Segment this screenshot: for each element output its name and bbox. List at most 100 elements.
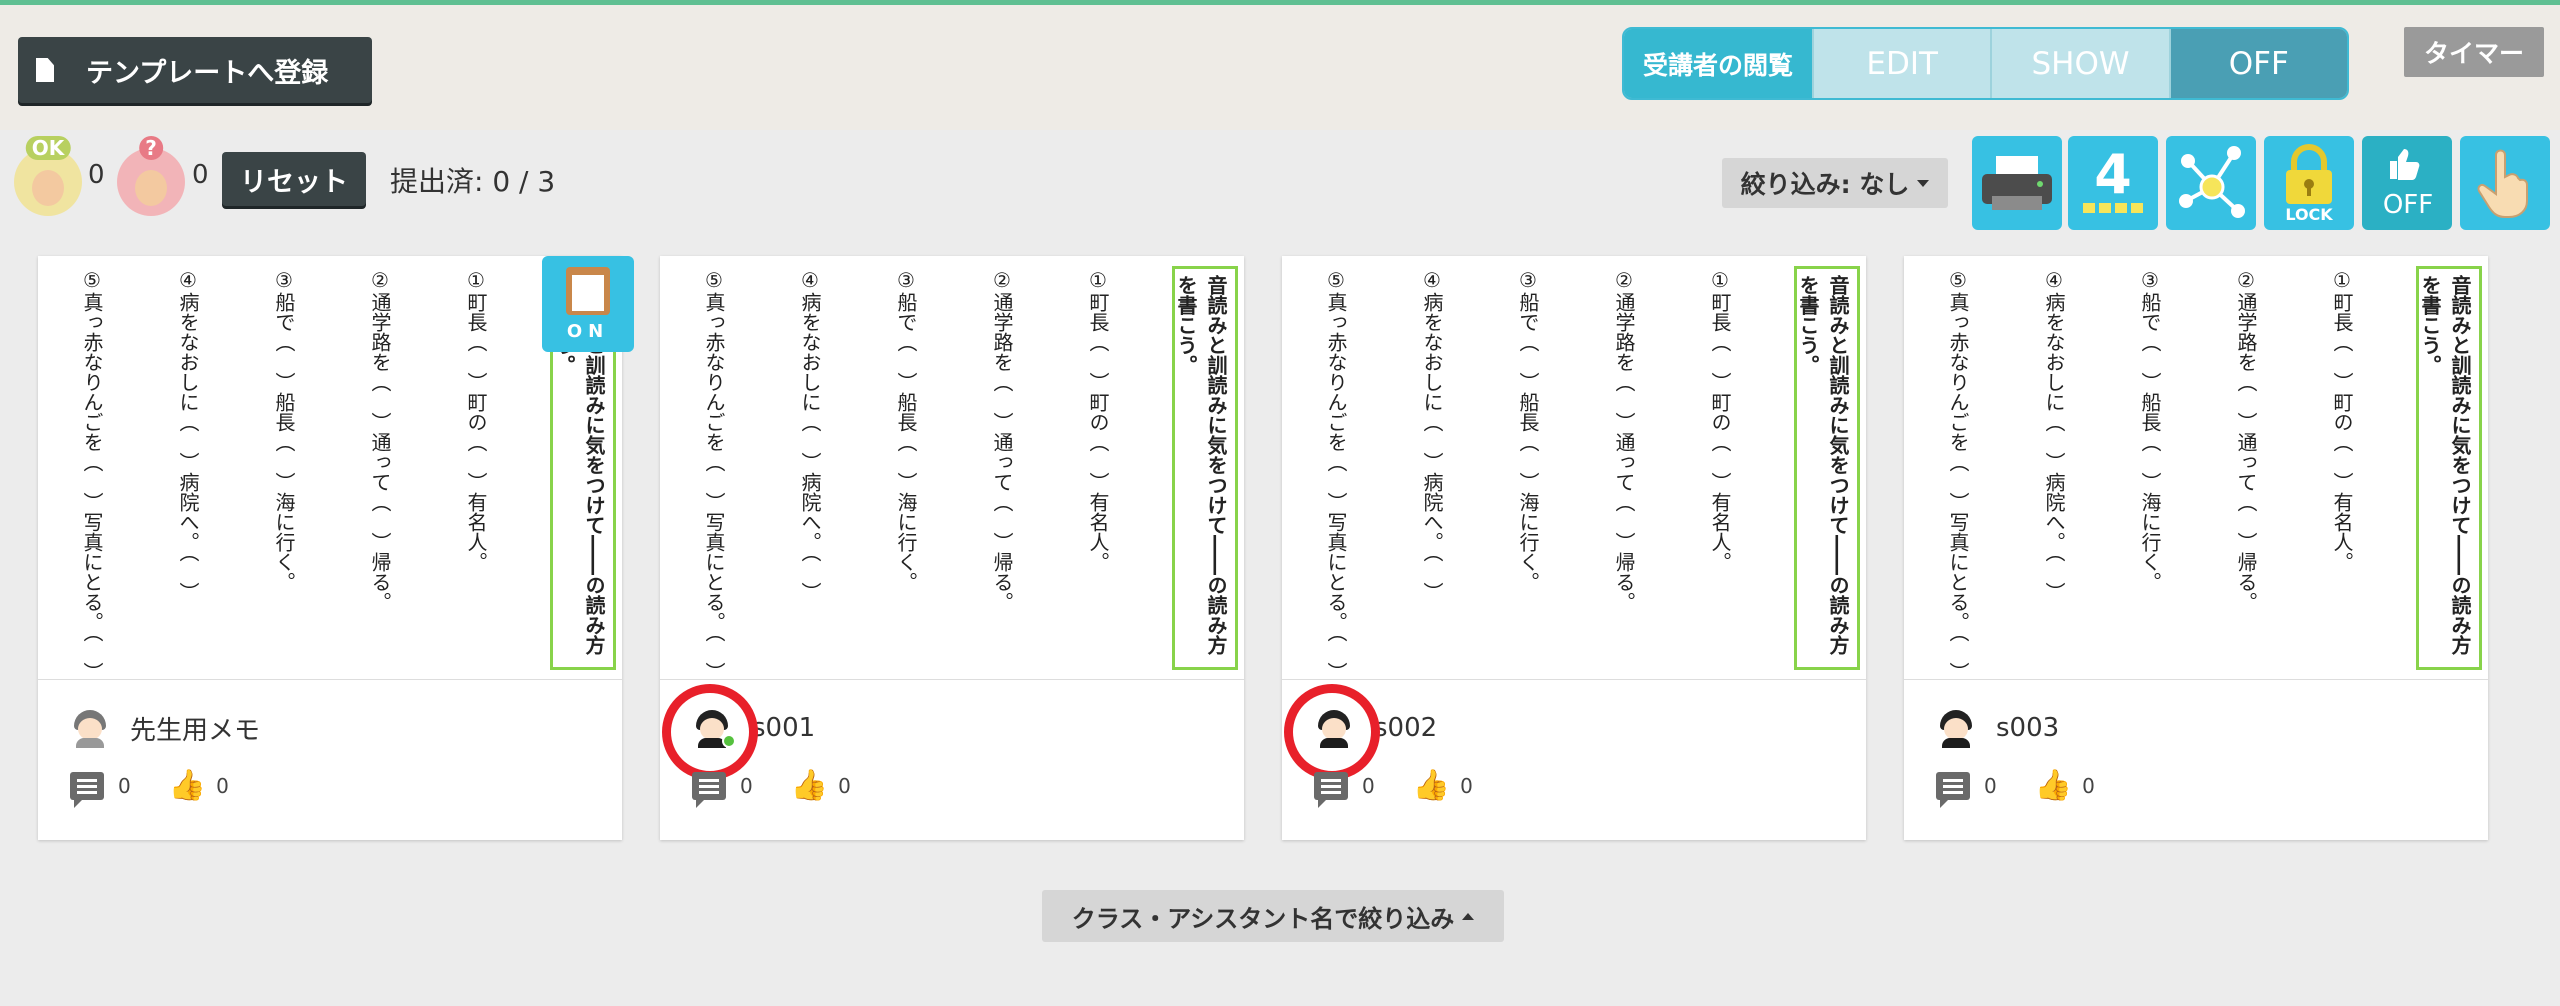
class-filter-label: クラス・アシスタント名で絞り込み	[1071, 904, 1455, 933]
timer-button[interactable]: タイマー	[2404, 27, 2544, 77]
comment-icon[interactable]	[692, 771, 726, 808]
comment-count: 0	[1984, 773, 1997, 798]
question-4: ④病をなおしに（ ）病院へ。（ ）	[176, 268, 200, 602]
ok-tag: OK	[25, 136, 71, 160]
question-1: ①町長（ ）町の（ ）有名人。	[1086, 268, 1110, 572]
card-footer: 先生用メモ 0 👍 0	[38, 680, 622, 840]
question-1: ①町長（ ）町の（ ）有名人。	[1708, 268, 1732, 572]
hand-pointer-icon	[2477, 149, 2528, 218]
question-2: ②通学路を（ ）通って（ ）帰る。	[1612, 268, 1636, 612]
filter-label: 絞り込み: なし	[1740, 170, 1910, 199]
comment-count: 0	[118, 773, 131, 798]
worksheet-title: 音読みと訓読みに気をつけて――の読み方を書こう。	[1794, 266, 1860, 670]
like-count: 0	[1460, 773, 1473, 798]
owner-name: s002	[1374, 713, 1438, 743]
highlight-ring	[1284, 684, 1380, 780]
register-template-button[interactable]: テンプレートへ登録	[18, 37, 372, 103]
question-4: ④病をなおしに（ ）病院へ。（ ）	[798, 268, 822, 602]
question-2: ②通学路を（ ）通って（ ）帰る。	[368, 268, 392, 612]
question-3: ③船で（ ）船長（ ）海に行く。	[1516, 268, 1540, 592]
card-stats: 0 👍 0	[1314, 768, 1473, 808]
pointer-button[interactable]	[2460, 136, 2550, 230]
thumbs-up-icon[interactable]: 👍	[791, 768, 828, 803]
network-button[interactable]	[2166, 136, 2256, 230]
question-5: ⑤真っ赤なりんごを（ ）写真にとる。（ ）	[1324, 268, 1348, 680]
comment-icon[interactable]	[70, 771, 104, 808]
comment-icon[interactable]	[1936, 771, 1970, 808]
card-stats: 0 👍 0	[692, 768, 851, 808]
like-toggle-button[interactable]: OFF	[2362, 136, 2452, 230]
chevron-up-icon	[1462, 912, 1475, 920]
like-count: 0	[838, 773, 851, 798]
card-footer: s003 0 👍 0	[1904, 680, 2488, 840]
thumbs-up-icon[interactable]: 👍	[169, 768, 206, 803]
mode-show-button[interactable]: SHOW	[1990, 29, 2168, 98]
lock-label: LOCK	[2285, 205, 2333, 224]
question-2: ②通学路を（ ）通って（ ）帰る。	[990, 268, 1014, 612]
chevron-down-icon	[1917, 179, 1930, 187]
lock-button[interactable]: LOCK	[2264, 136, 2354, 230]
card-student-s002[interactable]: 音読みと訓読みに気をつけて――の読み方を書こう。 ①町長（ ）町の（ ）有名人。…	[1282, 256, 1866, 840]
question-3: ③船で（ ）船長（ ）海に行く。	[272, 268, 296, 592]
question-3: ③船で（ ）船長（ ）海に行く。	[894, 268, 918, 592]
question-4: ④病をなおしに（ ）病院へ。（ ）	[1420, 268, 1444, 602]
card-owner: s003	[1936, 708, 2059, 748]
question-5: ⑤真っ赤なりんごを（ ）写真にとる。（ ）	[1946, 268, 1970, 680]
owner-name: 先生用メモ	[130, 715, 261, 746]
question-tag: ?	[139, 136, 163, 160]
ok-face-icon: OK	[14, 136, 82, 216]
worksheet-preview: 音読みと訓読みに気をつけて――の読み方を書こう。 ①町長（ ）町の（ ）有名人。…	[1904, 256, 2488, 680]
like-off-icon: OFF	[2383, 149, 2433, 220]
mode-edit-button[interactable]: EDIT	[1812, 29, 1990, 98]
card-owner: 先生用メモ	[70, 708, 260, 748]
comment-count: 0	[1362, 773, 1375, 798]
submitted-count: 提出済: 0 / 3	[390, 165, 556, 198]
register-template-label: テンプレートへ登録	[86, 57, 329, 89]
layout-4-button[interactable]: 4	[2068, 136, 2158, 230]
question-2: ②通学路を（ ）通って（ ）帰る。	[2234, 268, 2258, 612]
layout-4-number: 4	[2094, 143, 2132, 206]
question-1: ①町長（ ）町の（ ）有名人。	[464, 268, 488, 572]
like-off-label: OFF	[2383, 190, 2433, 220]
card-stats: 0 👍 0	[70, 768, 229, 808]
ok-count: 0	[88, 160, 105, 190]
card-footer: s001 0 👍 0	[660, 680, 1244, 840]
card-student-s003[interactable]: 音読みと訓読みに気をつけて――の読み方を書こう。 ①町長（ ）町の（ ）有名人。…	[1904, 256, 2488, 840]
comment-count: 0	[740, 773, 753, 798]
highlight-ring	[662, 684, 758, 780]
clipboard-icon	[566, 266, 610, 315]
ok-face-skin	[32, 170, 64, 206]
card-teacher-memo[interactable]: 音読みと訓読みに気をつけて――の読み方を書こう。 ①町長（ ）町の（ ）有名人。…	[38, 256, 622, 840]
card-student-s001[interactable]: 音読みと訓読みに気をつけて――の読み方を書こう。 ①町長（ ）町の（ ）有名人。…	[660, 256, 1244, 840]
comment-icon[interactable]	[1314, 771, 1348, 808]
question-3: ③船で（ ）船長（ ）海に行く。	[2138, 268, 2162, 592]
question-face-skin	[135, 170, 167, 206]
worksheet-title: 音読みと訓読みに気をつけて――の読み方を書こう。	[1172, 266, 1238, 670]
worksheet-preview: 音読みと訓読みに気をつけて――の読み方を書こう。 ①町長（ ）町の（ ）有名人。…	[660, 256, 1244, 680]
filter-dropdown[interactable]: 絞り込み: なし	[1722, 158, 1948, 208]
mode-off-button[interactable]: OFF	[2168, 29, 2347, 98]
class-assistant-filter-button[interactable]: クラス・アシスタント名で絞り込み	[1042, 890, 1504, 942]
student-avatar	[1936, 708, 1976, 748]
card-footer: s002 0 👍 0	[1282, 680, 1866, 840]
printer-button[interactable]	[1972, 136, 2062, 230]
worksheet-preview: 音読みと訓読みに気をつけて――の読み方を書こう。 ①町長（ ）町の（ ）有名人。…	[38, 256, 622, 680]
network-icon	[2179, 146, 2245, 218]
question-4: ④病をなおしに（ ）病院へ。（ ）	[2042, 268, 2066, 602]
printer-icon	[1982, 156, 2052, 210]
worksheet-preview: 音読みと訓読みに気をつけて――の読み方を書こう。 ①町長（ ）町の（ ）有名人。…	[1282, 256, 1866, 680]
thumbs-up-icon[interactable]: 👍	[2035, 768, 2072, 803]
owner-name: s001	[752, 713, 816, 743]
on-label: ON	[566, 320, 610, 342]
question-face-icon: ?	[117, 136, 185, 216]
on-toggle-button[interactable]: ON	[542, 256, 634, 352]
card-grid: 音読みと訓読みに気をつけて――の読み方を書こう。 ①町長（ ）町の（ ）有名人。…	[0, 256, 2560, 846]
lock-icon: LOCK	[2285, 144, 2333, 224]
teacher-avatar	[70, 708, 110, 748]
question-1: ①町長（ ）町の（ ）有名人。	[2330, 268, 2354, 572]
thumbs-up-icon[interactable]: 👍	[1413, 768, 1450, 803]
question-5: ⑤真っ赤なりんごを（ ）写真にとる。（ ）	[702, 268, 726, 680]
card-stats: 0 👍 0	[1936, 768, 2095, 808]
document-icon	[36, 58, 54, 82]
reset-button[interactable]: リセット	[222, 152, 366, 206]
